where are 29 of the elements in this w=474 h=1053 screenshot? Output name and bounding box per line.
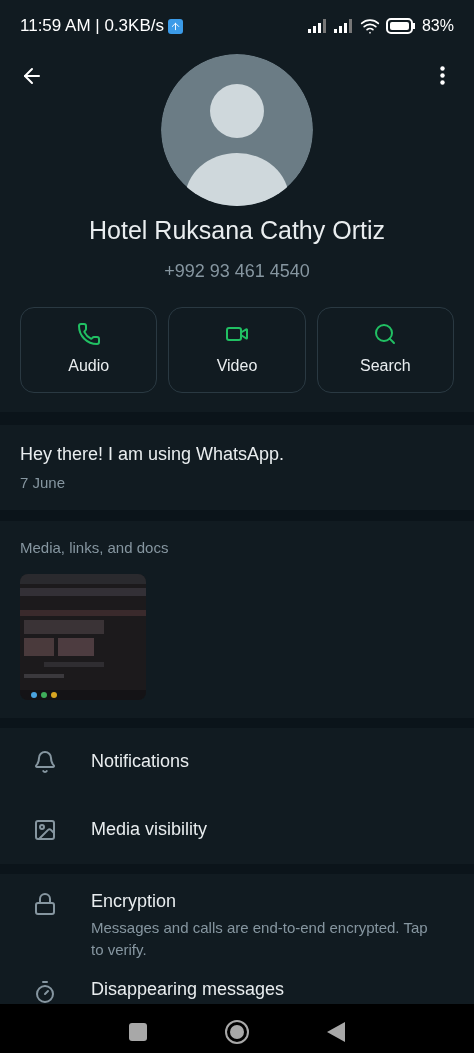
battery-percent: 83% — [421, 16, 454, 36]
wifi-icon — [359, 16, 380, 36]
menu-icon — [440, 66, 445, 85]
search-icon — [373, 321, 398, 346]
status-time: 11:59 AM | 0.3KB/s — [20, 15, 164, 38]
settings-row[interactable]: Disappearing messages — [0, 975, 474, 1004]
action-button[interactable]: Search — [316, 306, 454, 393]
back-nav-button[interactable] — [327, 1022, 345, 1042]
about-date: 7 June — [20, 472, 67, 493]
action-button[interactable]: Video — [168, 306, 306, 393]
timer-icon — [33, 979, 57, 1004]
home-button[interactable] — [225, 1020, 249, 1044]
image-icon — [33, 817, 57, 842]
phone-icon — [76, 321, 101, 346]
lock-icon — [33, 891, 57, 916]
contact-phone: +992 93 461 4540 — [163, 259, 311, 283]
upload-icon — [167, 18, 183, 34]
battery-icon — [385, 18, 416, 34]
about-text: Hey there! I am using WhatsApp. — [20, 442, 286, 466]
settings-row[interactable]: Notifications — [0, 727, 474, 796]
section-title: Media, links, and docs — [20, 538, 170, 558]
signal-icon — [333, 19, 354, 33]
contact-name: Hotel Ruksana Cathy Ortiz — [88, 215, 386, 246]
settings-row[interactable]: Media visibility — [0, 795, 474, 864]
triangle-icon — [327, 1022, 345, 1042]
bell-icon — [33, 749, 57, 774]
action-button[interactable]: Audio — [20, 306, 158, 393]
settings-row[interactable]: Encryption Messages and calls are end-to-end encrypted. Tap to verify. — [0, 887, 474, 962]
signal-icon — [307, 19, 328, 33]
